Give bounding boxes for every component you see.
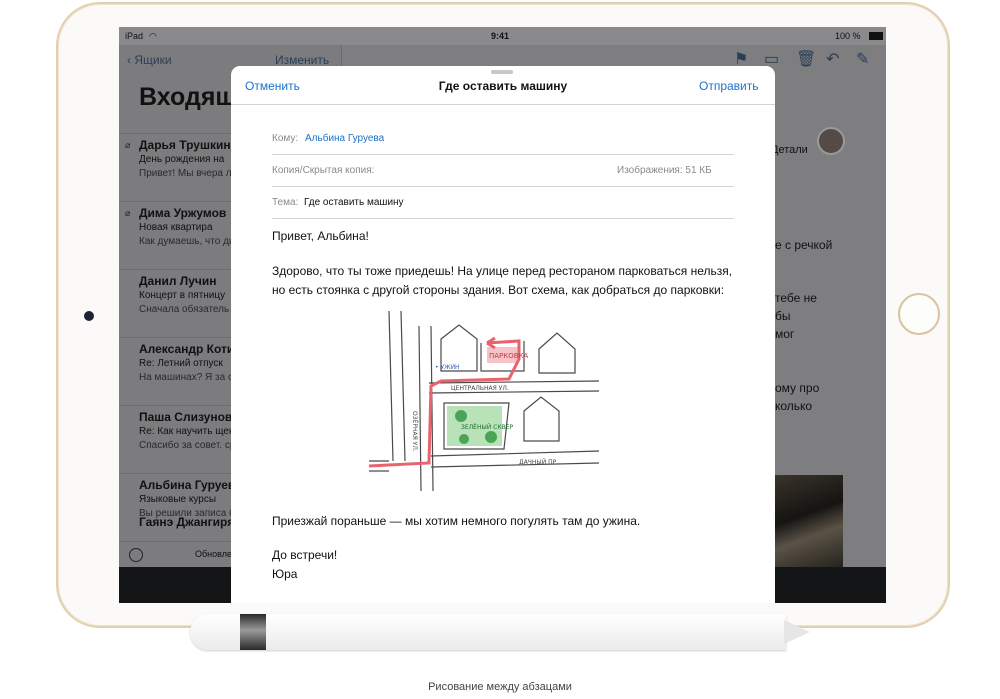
compose-icon[interactable]: ✎ xyxy=(856,49,869,69)
paperclip-icon: ⌀ xyxy=(125,208,131,218)
map-house xyxy=(523,396,560,442)
filter-icon[interactable] xyxy=(129,548,143,562)
message-subject: Re: Как научить щен xyxy=(139,426,235,437)
caption-text: Рисование между абзацами xyxy=(428,681,572,693)
subject-label: Тема: xyxy=(272,197,299,208)
message-subject: Концерт в пятницу xyxy=(139,290,226,301)
to-label: Кому: xyxy=(272,133,299,144)
edit-button[interactable]: Изменить xyxy=(275,53,329,67)
map-tree xyxy=(459,434,469,444)
signature-line[interactable]: Юра xyxy=(272,564,297,584)
closing-line[interactable]: Приезжай пораньше — мы хотим немного пог… xyxy=(272,511,640,531)
body-fragment: бы xyxy=(775,309,791,323)
map-tree xyxy=(485,431,497,443)
status-bar: iPad ◠ 9:41 100 % xyxy=(119,27,886,45)
send-button[interactable]: Отправить xyxy=(699,79,759,93)
message-subject: Языковые курсы xyxy=(139,494,217,505)
attached-photo xyxy=(775,475,843,575)
body-fragment: колько xyxy=(775,399,813,413)
body-fragment: мог xyxy=(775,327,795,341)
divider xyxy=(272,218,734,219)
apple-pencil xyxy=(190,614,786,650)
message-sender: Гаянэ Джангирян xyxy=(139,515,242,529)
paperclip-icon: ⌀ xyxy=(125,140,131,150)
body-paragraph-line[interactable]: но есть стоянка с другой стороны здания.… xyxy=(272,280,724,300)
battery-icon xyxy=(869,32,883,40)
body-paragraph-line[interactable]: Здорово, что ты тоже приедешь! На улице … xyxy=(272,261,732,281)
message-subject: Re: Летний отпуск xyxy=(139,358,223,369)
greeting-text[interactable]: Привет, Альбина! xyxy=(272,226,369,246)
message-sender: Александр Котин xyxy=(139,342,242,356)
device-label: iPad xyxy=(125,31,144,41)
battery-text: 100 % xyxy=(835,31,861,41)
map-label-central-street: ЦЕНТРАЛЬНАЯ УЛ. xyxy=(451,385,509,392)
map-street-line xyxy=(430,450,600,468)
divider xyxy=(272,186,734,187)
pencil-tip xyxy=(784,620,810,644)
message-sender: Альбина Гуруева xyxy=(139,478,242,492)
body-fragment: е с речкой xyxy=(775,238,833,252)
details-link[interactable]: Детали xyxy=(771,144,808,156)
map-label-dinner: • УЖИН xyxy=(435,364,460,371)
compose-sheet: Где оставить машину Отменить Отправить К… xyxy=(231,66,775,603)
message-sender: Данил Лучин xyxy=(139,274,217,288)
map-tree xyxy=(455,410,467,422)
divider xyxy=(272,154,734,155)
to-recipient[interactable]: Альбина Гуруева xyxy=(305,133,384,144)
map-label-lake-street: ОЗЁРНАЯ УЛ. xyxy=(411,411,418,452)
map-label-dacha-avenue: ДАЧНЫЙ ПР. xyxy=(519,459,558,466)
wifi-icon: ◠ xyxy=(149,31,157,41)
back-button[interactable]: ‹ Ящики xyxy=(127,53,172,67)
status-time: 9:41 xyxy=(491,31,510,41)
body-fragment: ому про xyxy=(775,381,820,395)
subject-field[interactable]: Где оставить машину xyxy=(304,197,404,208)
cc-label[interactable]: Копия/Скрытая копия: xyxy=(272,165,374,176)
parking-map-drawing: ПАРКОВКА • УЖИН ЦЕНТРАЛЬНАЯ УЛ. ОЗЁРНАЯ … xyxy=(369,311,600,492)
cancel-button[interactable]: Отменить xyxy=(245,79,300,93)
home-button[interactable] xyxy=(898,293,940,335)
image-size-label[interactable]: Изображения: 51 КБ xyxy=(617,165,712,176)
divider xyxy=(231,104,775,105)
compose-title: Где оставить машину xyxy=(438,79,568,93)
map-label-parking: ПАРКОВКА xyxy=(489,352,529,360)
pencil-band xyxy=(240,614,266,650)
message-subject: День рождения на xyxy=(139,154,225,165)
message-sender: Дарья Трушкина xyxy=(139,138,238,152)
map-label-park: ЗЕЛЁНЫЙ СКВЕР xyxy=(461,424,513,431)
reply-icon[interactable]: ↶ xyxy=(826,49,839,69)
front-camera xyxy=(84,311,94,321)
trash-icon[interactable]: 🗑 xyxy=(796,49,816,69)
signoff-line[interactable]: До встречи! xyxy=(272,545,337,565)
message-subject: Новая квартира xyxy=(139,222,213,233)
map-house xyxy=(538,332,576,374)
body-fragment: тебе не xyxy=(775,291,817,305)
message-sender: Паша Слизунов xyxy=(139,410,233,424)
map-street-line xyxy=(388,311,406,462)
message-sender: Дима Уржумов xyxy=(139,206,227,220)
sheet-grabber[interactable] xyxy=(491,70,513,74)
avatar xyxy=(817,127,845,155)
back-label: Ящики xyxy=(134,53,172,67)
